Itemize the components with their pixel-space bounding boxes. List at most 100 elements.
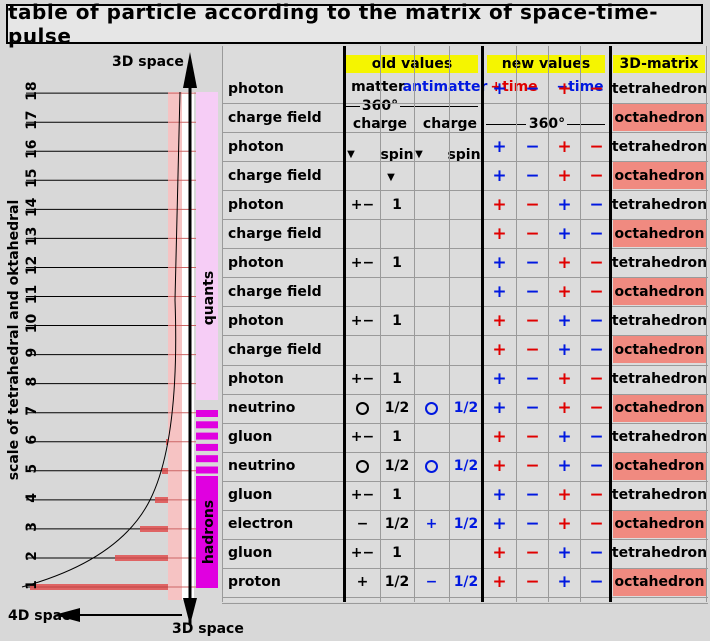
matrix-header: 3D-matrix	[613, 55, 705, 73]
matrix-cell: octahedron	[613, 220, 706, 248]
new-value-sign: −	[525, 78, 540, 99]
new-values-header: new values	[487, 55, 605, 73]
matrix-cell: tetrahedron	[611, 254, 708, 271]
new-value-sign: +	[557, 223, 572, 244]
matter-spin: 1	[392, 429, 402, 446]
down-arrow-icon: ▼	[387, 171, 395, 183]
antimatter-spin: 1/2	[453, 400, 479, 417]
particle-name: gluon	[228, 487, 273, 504]
matrix-cell: tetrahedron	[611, 196, 708, 213]
bracket-line	[567, 124, 605, 125]
new-value-sign: −	[525, 281, 540, 302]
new-value-sign: −	[525, 456, 540, 477]
new-value-sign: −	[525, 427, 540, 448]
matrix-cell: tetrahedron	[611, 138, 708, 155]
new-value-sign: +	[557, 310, 572, 331]
new-value-sign: +	[557, 194, 572, 215]
matter-spin: 1/2	[384, 458, 410, 475]
new-value-sign: +	[492, 252, 507, 273]
matter-charge: +−	[350, 371, 375, 388]
particle-name: charge field	[228, 225, 322, 242]
new-value-sign: +	[557, 136, 572, 157]
new-value-sign: +	[492, 485, 507, 506]
particle-name: gluon	[228, 545, 273, 562]
new-value-sign: +	[557, 252, 572, 273]
particle-name: charge field	[228, 167, 322, 184]
new-value-sign: +	[492, 398, 507, 419]
particle-name: electron	[228, 516, 294, 533]
matrix-cell: tetrahedron	[611, 312, 708, 329]
bracket-line	[486, 124, 526, 125]
matrix-cell: tetrahedron	[611, 371, 708, 388]
particle-name: charge field	[228, 109, 322, 126]
new-value-sign: +	[492, 136, 507, 157]
matrix-cell: octahedron	[613, 104, 706, 132]
particle-name: photon	[228, 371, 284, 388]
row-divider	[222, 596, 708, 598]
antimatter-charge-circle	[414, 452, 449, 481]
column-divider	[706, 46, 707, 602]
particle-name: proton	[228, 574, 281, 591]
zero-charge-icon	[425, 401, 438, 415]
new-value-sign: −	[525, 165, 540, 186]
new-value-sign: +	[492, 339, 507, 360]
matter-charge: −	[356, 516, 369, 533]
new-value-sign: +	[557, 165, 572, 186]
matter-charge-circle	[345, 452, 380, 481]
matter-spin: 1/2	[384, 574, 410, 591]
column-divider	[516, 46, 517, 602]
new-value-sign: +	[557, 485, 572, 506]
matter-charge: +−	[350, 429, 375, 446]
particle-name: charge field	[228, 341, 322, 358]
matter-spin: 1	[392, 312, 402, 329]
new-value-sign: −	[525, 369, 540, 390]
column-divider	[609, 46, 612, 602]
new-value-sign: +	[492, 572, 507, 593]
new-value-sign: +	[492, 78, 507, 99]
new-degree-label: 360°	[528, 116, 566, 132]
antimatter-spin: 1/2	[453, 516, 479, 533]
new-value-sign: −	[525, 194, 540, 215]
matrix-cell: tetrahedron	[611, 429, 708, 446]
column-divider	[580, 46, 581, 602]
antimatter-charge: −	[425, 574, 438, 591]
matter-charge: +−	[350, 487, 375, 504]
new-value-sign: +	[492, 310, 507, 331]
antimatter-spin: 1/2	[453, 458, 479, 475]
matter-charge: +−	[350, 545, 375, 562]
matrix-cell: octahedron	[613, 568, 706, 596]
matrix-cell: octahedron	[613, 278, 706, 306]
new-value-sign: +	[492, 194, 507, 215]
matrix-cell: tetrahedron	[611, 487, 708, 504]
new-value-sign: +	[492, 369, 507, 390]
new-value-sign: −	[525, 398, 540, 419]
matter-spin: 1	[392, 371, 402, 388]
new-value-sign: −	[525, 514, 540, 535]
antimatter-charge: +	[425, 516, 438, 533]
new-value-sign: +	[557, 572, 572, 593]
table-bottom	[222, 603, 708, 604]
particle-name: neutrino	[228, 458, 296, 475]
matrix-cell: tetrahedron	[611, 80, 708, 97]
zero-charge-icon	[356, 401, 369, 415]
particle-name: photon	[228, 138, 284, 155]
matter-spin: 1	[392, 545, 402, 562]
matter-spin: 1	[392, 487, 402, 504]
particle-name: charge field	[228, 283, 322, 300]
new-value-sign: −	[525, 252, 540, 273]
antimatter-spin: 1/2	[453, 574, 479, 591]
new-value-sign: +	[492, 456, 507, 477]
antimatter-charge-circle	[414, 394, 449, 423]
new-value-sign: +	[557, 398, 572, 419]
matter-charge-circle	[345, 394, 380, 423]
particle-name: photon	[228, 312, 284, 329]
new-value-sign: +	[492, 427, 507, 448]
old-header-area	[346, 46, 479, 134]
column-divider	[548, 46, 549, 602]
matter-charge: +	[356, 574, 369, 591]
new-value-sign: −	[525, 543, 540, 564]
matrix-cell: octahedron	[613, 394, 706, 422]
zero-charge-icon	[356, 459, 369, 473]
particle-table: old values new values 3D-matrix matter antim…	[0, 0, 710, 641]
matter-spin: 1/2	[384, 400, 410, 417]
